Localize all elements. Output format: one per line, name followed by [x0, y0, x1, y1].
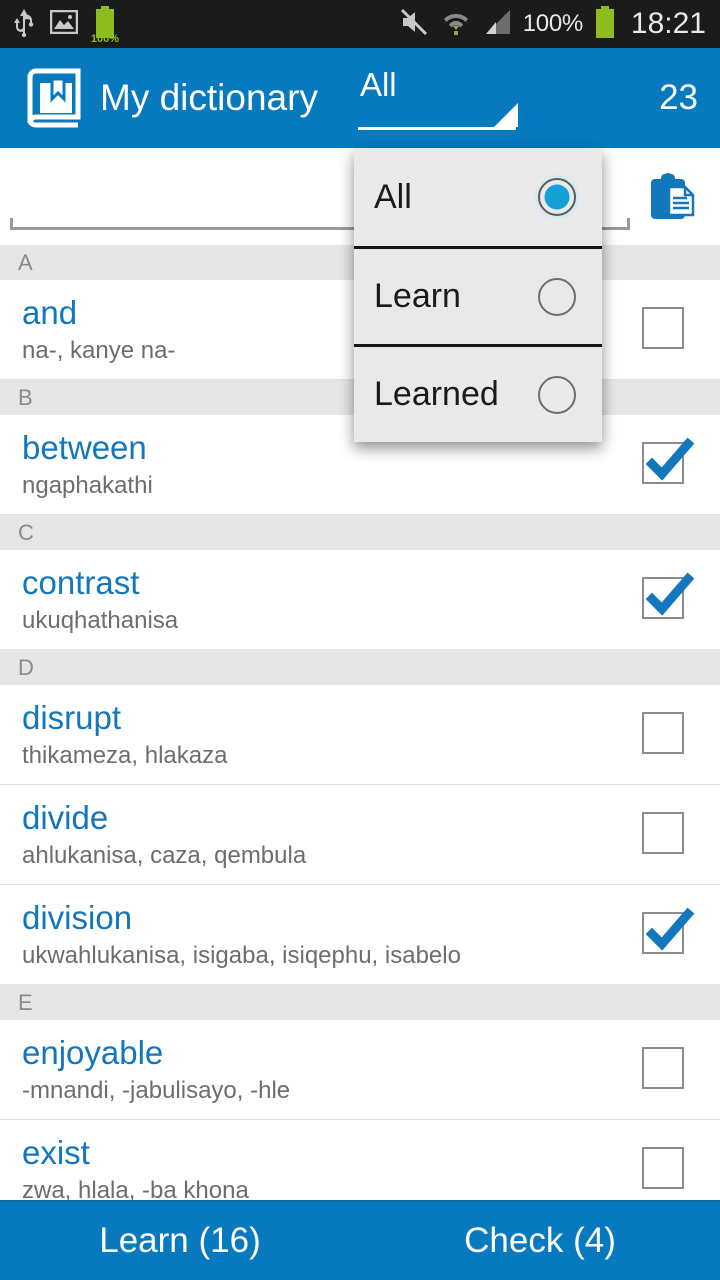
- screenshot-image-icon: [49, 9, 79, 39]
- word-texts: exist zwa, hlala, -ba khona: [22, 1133, 642, 1201]
- book-bookmark-icon: [22, 67, 84, 129]
- usb-icon: [14, 7, 34, 42]
- battery-left-label: 100%: [90, 32, 120, 45]
- word-checkbox[interactable]: [642, 811, 688, 858]
- word-checkbox[interactable]: [642, 1046, 688, 1093]
- word-row[interactable]: division ukwahlukanisa, isigaba, isiqephu…: [0, 885, 720, 985]
- word-translation: -mnandi, -jabulisayo, -hle: [22, 1076, 291, 1104]
- section-header-c: C: [0, 515, 720, 550]
- status-bar-left-icons: 100%: [14, 5, 120, 45]
- dropdown-option-label: Learned: [374, 375, 499, 413]
- clipboard-icon[interactable]: [642, 167, 702, 227]
- section-header-d: D: [0, 650, 720, 685]
- word-term: divide: [22, 798, 109, 836]
- word-term: contrast: [22, 563, 140, 601]
- signal-icon: [482, 8, 512, 41]
- section-header-e: E: [0, 985, 720, 1020]
- status-bar-right-icons: 100% 18:21: [400, 5, 706, 43]
- word-texts: disrupt thikameza, hlakaza: [22, 698, 642, 772]
- action-bar: My dictionary All 23: [0, 48, 720, 148]
- word-texts: enjoyable -mnandi, -jabulisayo, -hle: [22, 1033, 642, 1107]
- word-translation: ngaphakathi: [22, 471, 153, 499]
- dropdown-option-learned[interactable]: Learned: [354, 344, 602, 442]
- mute-icon: [400, 8, 430, 41]
- checkbox-box: [642, 306, 684, 349]
- word-checkbox[interactable]: [642, 1146, 688, 1193]
- spinner-underline: [357, 127, 516, 130]
- word-checkbox-checked[interactable]: [642, 907, 695, 958]
- word-translation: thikameza, hlakaza: [22, 741, 228, 769]
- dropdown-option-all[interactable]: All: [354, 148, 602, 246]
- word-texts: contrast ukuqhathanisa: [22, 563, 642, 637]
- word-translation: ukuqhathanisa: [22, 606, 179, 634]
- page-title: My dictionary: [100, 77, 318, 118]
- battery-icon: [594, 5, 616, 43]
- checkmark-icon: [640, 434, 696, 490]
- battery-percent-label: 100%: [522, 10, 583, 37]
- checkbox-box: [642, 711, 684, 754]
- checkbox-box: [642, 811, 684, 854]
- word-checkbox[interactable]: [642, 711, 688, 758]
- app-root: 100% 100% 18:21 My dictionary All 23 A a…: [0, 0, 720, 1280]
- filter-dropdown-menu[interactable]: All Learn Learned: [354, 148, 602, 442]
- word-translation: ukwahlukanisa, isigaba, isiqephu, isabel…: [22, 941, 461, 969]
- checkbox-box: [642, 1046, 684, 1089]
- spinner-caret-icon: [493, 103, 518, 127]
- word-row[interactable]: exist zwa, hlala, -ba khona: [0, 1120, 720, 1200]
- word-texts: division ukwahlukanisa, isigaba, isiqephu…: [22, 898, 642, 972]
- checkbox-box: [642, 1146, 684, 1189]
- word-row[interactable]: divide ahlukanisa, caza, qembula: [0, 785, 720, 885]
- word-term: disrupt: [22, 698, 122, 736]
- filter-spinner-value: All: [359, 66, 397, 103]
- bottom-action-bar: Learn (16) Check (4): [0, 1200, 720, 1280]
- filter-spinner[interactable]: All: [357, 62, 518, 134]
- battery-icon-left: 100%: [90, 5, 120, 45]
- word-checkbox[interactable]: [642, 306, 688, 353]
- word-term: enjoyable: [22, 1033, 164, 1071]
- dropdown-option-label: Learn: [374, 277, 461, 315]
- word-term: exist: [22, 1133, 90, 1171]
- check-button[interactable]: Check (4): [360, 1221, 720, 1261]
- word-translation: zwa, hlala, -ba khona: [22, 1176, 249, 1201]
- checkmark-icon: [640, 569, 696, 625]
- word-row[interactable]: contrast ukuqhathanisa: [0, 550, 720, 650]
- word-texts: divide ahlukanisa, caza, qembula: [22, 798, 642, 872]
- word-count-badge: 23: [659, 78, 698, 117]
- dropdown-option-learn[interactable]: Learn: [354, 246, 602, 344]
- radio-button[interactable]: [538, 277, 576, 316]
- word-translation: ahlukanisa, caza, qembula: [22, 841, 307, 869]
- status-bar: 100% 100% 18:21: [0, 0, 720, 48]
- word-row[interactable]: enjoyable -mnandi, -jabulisayo, -hle: [0, 1020, 720, 1120]
- word-term: division: [22, 898, 133, 936]
- learn-button[interactable]: Learn (16): [0, 1221, 360, 1261]
- dropdown-option-label: All: [374, 177, 412, 216]
- word-checkbox-checked[interactable]: [642, 437, 695, 488]
- clock-label: 18:21: [630, 7, 706, 40]
- word-row[interactable]: disrupt thikameza, hlakaza: [0, 685, 720, 785]
- word-checkbox-checked[interactable]: [642, 572, 695, 623]
- wifi-icon: [441, 8, 471, 41]
- radio-button-selected[interactable]: [538, 178, 576, 216]
- checkmark-icon: [640, 904, 696, 960]
- radio-button[interactable]: [538, 375, 576, 414]
